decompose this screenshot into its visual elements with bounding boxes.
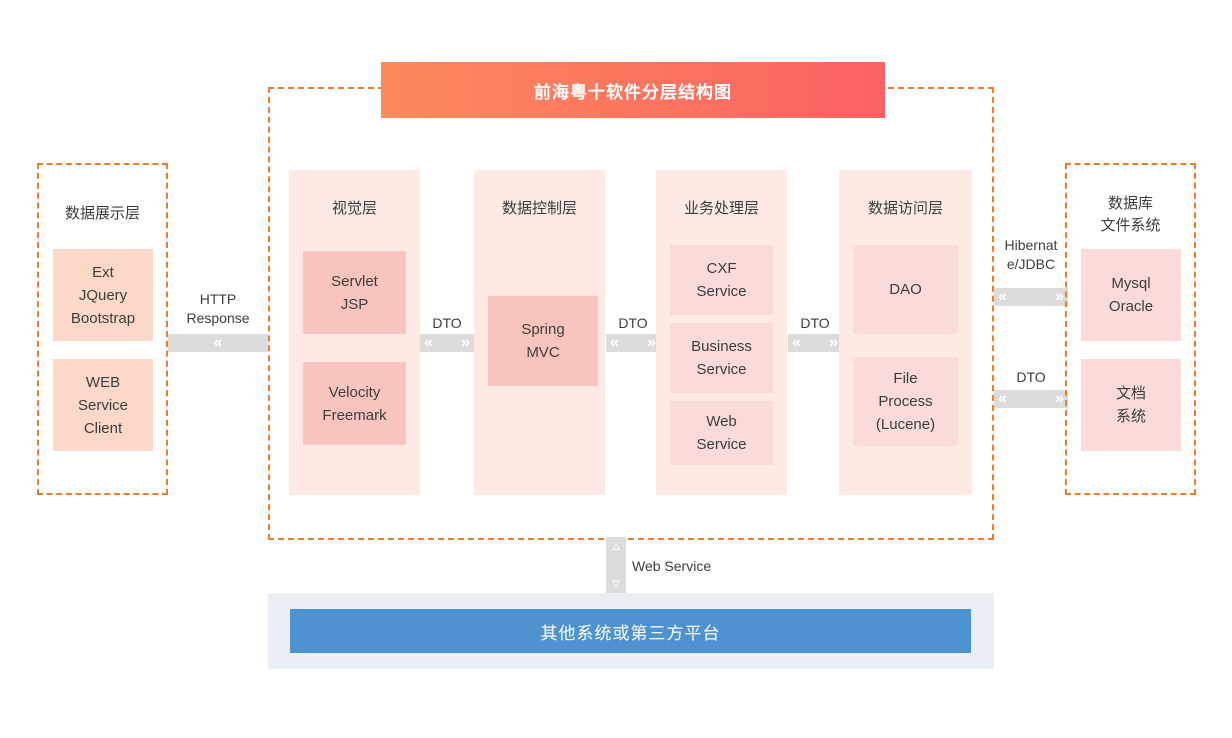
storage-box-document-system[interactable]: 文档 系统 bbox=[1081, 359, 1181, 451]
chevron-left-icon: « bbox=[998, 288, 1007, 305]
chevron-right-icon: » bbox=[461, 334, 470, 351]
chevron-right-icon: » bbox=[1055, 288, 1064, 305]
external-systems-label: 其他系统或第三方平台 bbox=[540, 623, 721, 643]
connector-http-response: « bbox=[168, 334, 268, 352]
diagram-title-banner: 前海粤十软件分层结构图 bbox=[381, 62, 885, 118]
layer-box-servlet-jsp[interactable]: Servlet JSP bbox=[303, 251, 406, 334]
chevron-left-icon: « bbox=[213, 334, 223, 351]
layer-box-file-process-lucene[interactable]: File Process (Lucene) bbox=[853, 357, 958, 446]
connector-label-dto-dao-filesystem: DTO bbox=[1016, 369, 1046, 385]
presentation-layer-group: 数据展示层 Ext JQuery Bootstrap WEB Service C… bbox=[37, 163, 168, 495]
chevron-right-icon: » bbox=[647, 334, 656, 351]
external-systems-bar[interactable]: 其他系统或第三方平台 bbox=[290, 609, 971, 653]
chevron-right-icon: » bbox=[829, 334, 838, 351]
presentation-layer-label: 数据展示层 bbox=[64, 205, 140, 222]
layer-box-velocity-freemark[interactable]: Velocity Freemark bbox=[303, 362, 406, 445]
chevron-up-icon: ▵ bbox=[612, 537, 620, 554]
layer-title-visual: 视觉层 bbox=[331, 200, 377, 217]
connector-label-dto-business-dao: DTO bbox=[800, 315, 830, 331]
presentation-box-ext-jquery-bootstrap[interactable]: Ext JQuery Bootstrap bbox=[53, 249, 153, 341]
presentation-box-web-service-client[interactable]: WEB Service Client bbox=[53, 359, 153, 451]
chevron-right-icon: » bbox=[1055, 390, 1064, 407]
connector-web-service-vertical: ▵ ▿ bbox=[606, 537, 626, 593]
layer-box-web-service[interactable]: Web Service bbox=[670, 401, 773, 465]
chevron-down-icon: ▿ bbox=[612, 575, 620, 592]
connector-label-dto-control-business: DTO bbox=[618, 315, 648, 331]
chevron-left-icon: « bbox=[998, 390, 1007, 407]
page-title: 前海粤十软件分层结构图 bbox=[534, 82, 732, 102]
connector-dto-control-business: « » bbox=[606, 334, 660, 352]
storage-layer-group: 数据库 文件系统 Mysql Oracle 文档 系统 bbox=[1065, 163, 1196, 495]
layer-box-dao[interactable]: DAO bbox=[853, 245, 958, 334]
connector-label-dto-visual-control: DTO bbox=[432, 315, 462, 331]
layer-box-cxf-service[interactable]: CXF Service bbox=[670, 245, 773, 315]
layer-box-business-service[interactable]: Business Service bbox=[670, 323, 773, 393]
chevron-left-icon: « bbox=[424, 334, 433, 351]
storage-box-mysql-oracle[interactable]: Mysql Oracle bbox=[1081, 249, 1181, 341]
connector-label-http-response: HTTP Response bbox=[186, 291, 250, 326]
storage-layer-label: 数据库 文件系统 bbox=[1100, 195, 1161, 234]
layer-title-data-control: 数据控制层 bbox=[501, 200, 577, 217]
layer-title-data-access: 数据访问层 bbox=[867, 200, 943, 217]
connector-hibernate-jdbc: « » bbox=[994, 288, 1068, 306]
chevron-left-icon: « bbox=[792, 334, 801, 351]
connector-dto-business-dao: « » bbox=[788, 334, 842, 352]
layer-title-business: 业务处理层 bbox=[683, 200, 759, 217]
connector-dto-dao-filesystem: « » bbox=[994, 390, 1068, 408]
chevron-left-icon: « bbox=[610, 334, 619, 351]
diagram-canvas: 前海粤十软件分层结构图 数据展示层 Ext JQuery Bootstrap W… bbox=[0, 0, 1232, 738]
connector-label-hibernate-jdbc: Hibernat e/JDBC bbox=[1004, 237, 1058, 272]
layer-box-spring-mvc[interactable]: Spring MVC bbox=[488, 296, 598, 386]
connector-label-web-service-vertical: Web Service bbox=[632, 558, 712, 574]
connector-dto-visual-control: « » bbox=[420, 334, 474, 352]
